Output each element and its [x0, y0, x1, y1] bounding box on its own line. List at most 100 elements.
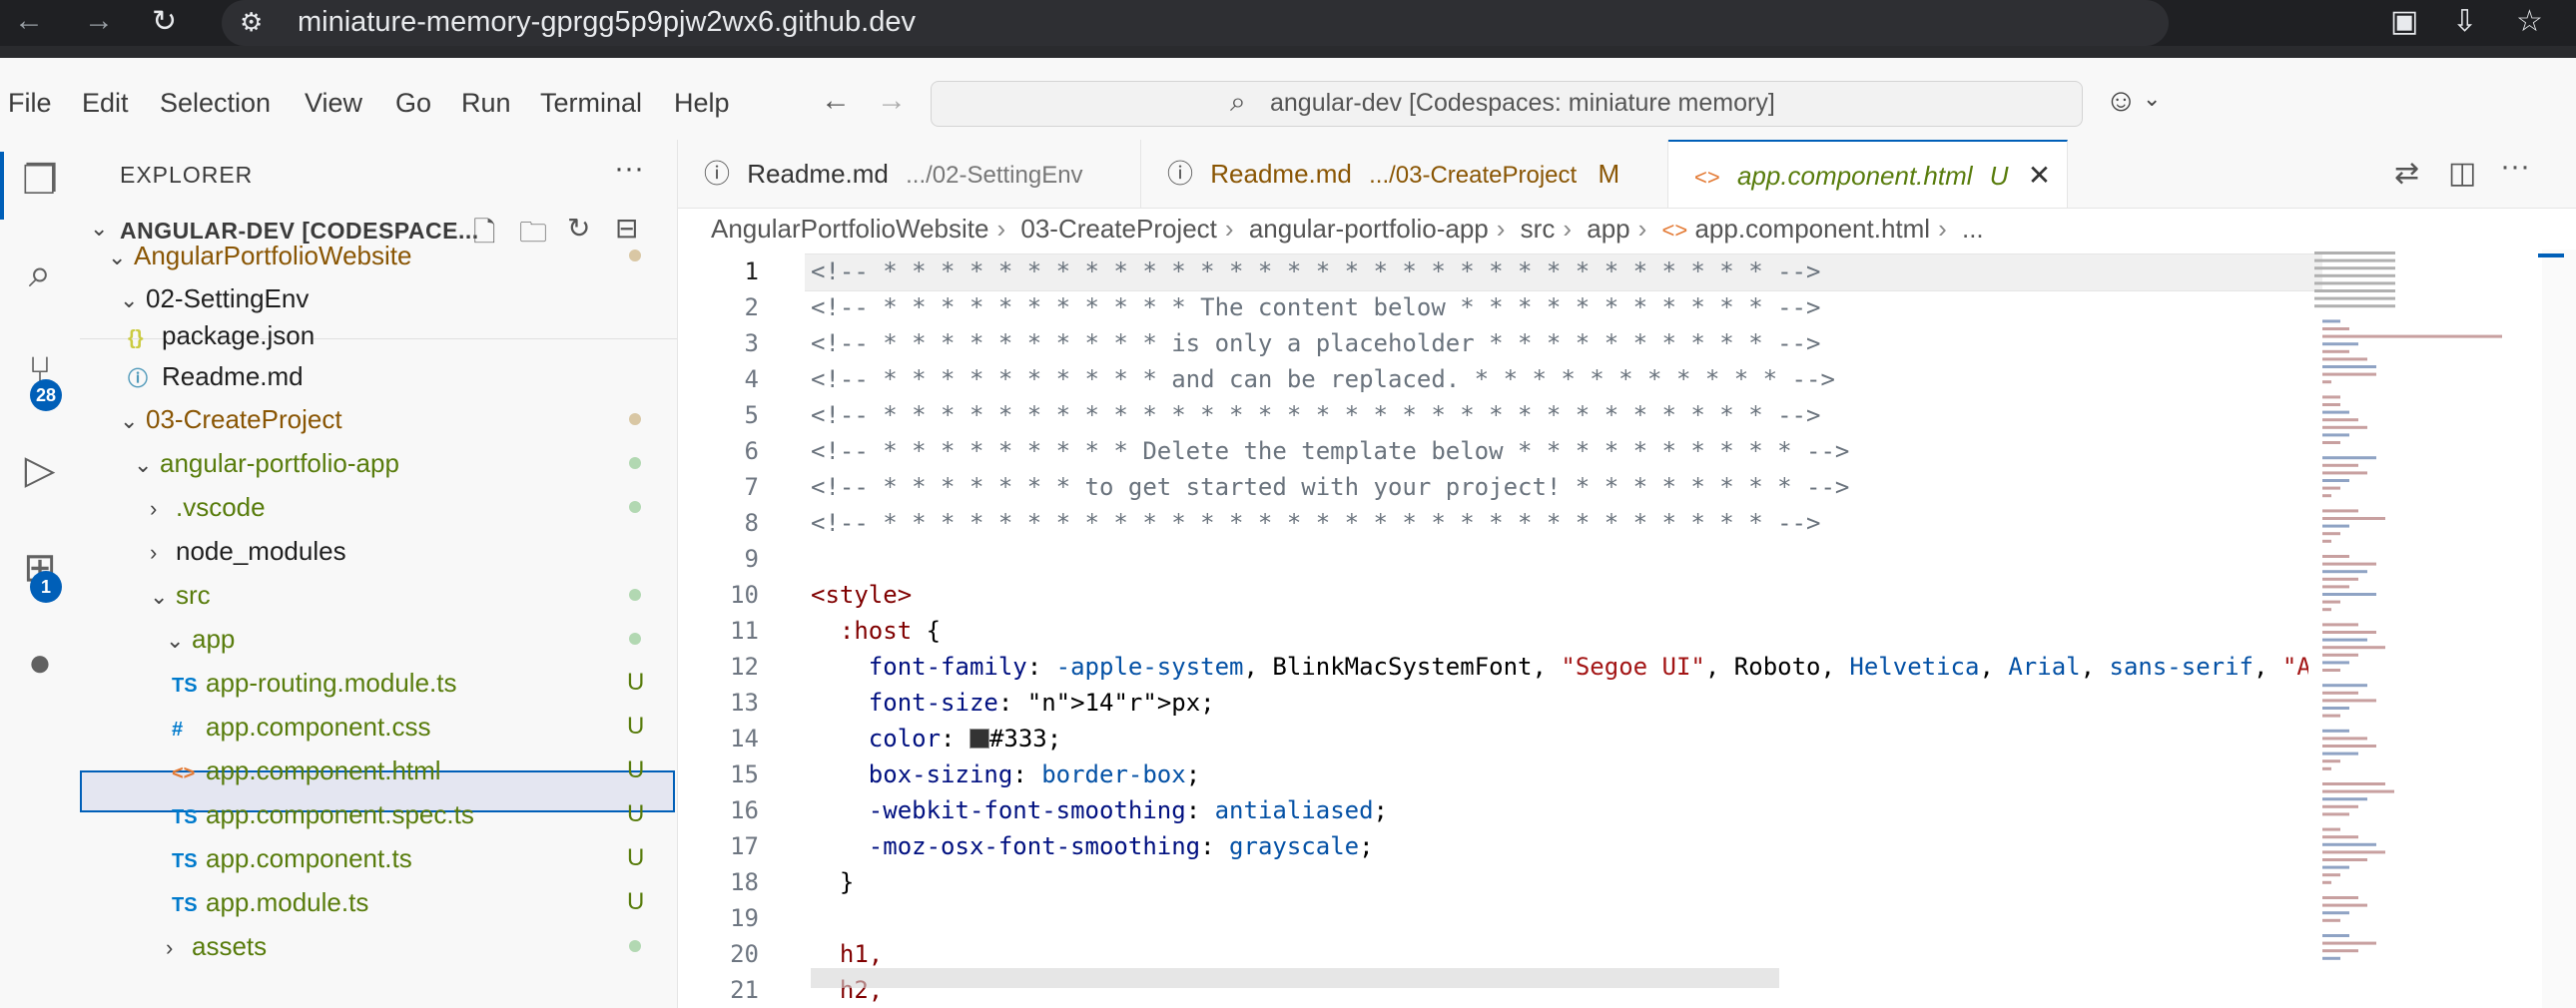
explorer-files-icon[interactable]: ❐ [0, 158, 80, 204]
menu-view[interactable]: View [305, 88, 362, 119]
sidebar-icon[interactable]: ▣ [2390, 4, 2418, 39]
code-line[interactable]: :host { [811, 617, 941, 645]
github-icon[interactable]: ● [0, 641, 80, 686]
nav-forward-icon[interactable]: → [877, 84, 907, 118]
minimap[interactable] [2314, 250, 2534, 1008]
back-icon[interactable]: ← [14, 4, 44, 38]
install-app-icon[interactable]: ⇩ [2452, 4, 2477, 39]
open-changes-icon[interactable]: ⇄ [2394, 156, 2419, 191]
code-line[interactable]: <!-- * * * * * * * * * * * * * * * * * *… [811, 257, 1820, 285]
tab-app-component-html[interactable]: <> app.component.html U ✕ [1668, 140, 2068, 208]
chevron-down-icon[interactable]: ⌄ [150, 576, 176, 618]
menu-terminal[interactable]: Terminal [540, 88, 642, 119]
tree-item[interactable]: TS app.module.ts [172, 881, 368, 923]
code-line[interactable]: font-family: -apple-system, BlinkMacSyst… [811, 653, 2308, 681]
code-line[interactable]: font-size: "n">14"r">px; [811, 689, 1215, 717]
menu-run[interactable]: Run [461, 88, 511, 119]
tab-name: Readme.md [1210, 159, 1352, 189]
code-line[interactable]: <!-- * * * * * * * * * * * * * * * * * *… [811, 509, 1820, 537]
explorer-more-icon[interactable]: ··· [614, 152, 644, 186]
minimap-line [2322, 729, 2349, 733]
chevron-right-icon[interactable]: › [166, 927, 192, 969]
chevron-down-icon[interactable]: ⌄ [166, 620, 192, 662]
line-number: 20 [730, 940, 759, 968]
code-line[interactable]: -moz-osx-font-smoothing: grayscale; [811, 832, 1374, 860]
tree-item[interactable]: ⌄ src [150, 574, 211, 616]
menu-file[interactable]: File [8, 88, 52, 119]
run-debug-icon[interactable]: ▷ [0, 447, 80, 493]
tree-item[interactable]: ⌄ app [166, 618, 235, 660]
code-line[interactable]: <style> [811, 581, 912, 609]
menu-go[interactable]: Go [395, 88, 431, 119]
code-editor[interactable] [678, 250, 2576, 1008]
tree-item[interactable]: › node_modules [150, 530, 346, 572]
breadcrumb-item[interactable]: app [1587, 214, 1629, 244]
url-text[interactable]: miniature-memory-gprgg5p9pjw2wx6.github.… [298, 6, 916, 39]
code-line[interactable]: h1, [811, 940, 883, 968]
line-number: 15 [730, 760, 759, 788]
command-center-text[interactable]: angular-dev [Codespaces: miniature memor… [1270, 89, 1775, 118]
chevron-down-icon[interactable]: ⌄ [134, 444, 160, 486]
code-line[interactable]: <!-- * * * * * * * * * * and can be repl… [811, 365, 1835, 393]
menu-selection[interactable]: Selection [160, 88, 271, 119]
chevron-down-icon[interactable]: ⌄ [120, 400, 146, 442]
menu-edit[interactable]: Edit [82, 88, 129, 119]
horizontal-scrollbar[interactable] [811, 968, 1779, 988]
bookmark-star-icon[interactable]: ☆ [2516, 4, 2543, 39]
code-line[interactable]: } [811, 868, 854, 896]
close-tab-icon[interactable]: ✕ [2028, 160, 2051, 191]
breadcrumb-item[interactable]: src [1521, 214, 1556, 244]
code-line[interactable]: <!-- * * * * * * * * * Delete the templa… [811, 437, 1849, 465]
code-line[interactable]: <!-- * * * * * * * * * * is only a place… [811, 329, 1820, 357]
split-editor-icon[interactable]: ◫ [2448, 156, 2476, 191]
new-file-icon[interactable]: 🗋 [473, 212, 496, 259]
minimap-line [2322, 608, 2331, 612]
nav-back-icon[interactable]: ← [821, 84, 851, 118]
minimap-line [2322, 804, 2358, 808]
new-folder-icon[interactable]: 🗀 [519, 212, 547, 259]
tree-item[interactable]: # app.component.css [172, 706, 430, 748]
chevron-right-icon[interactable]: › [150, 532, 176, 574]
tree-item[interactable]: ⌄ 03-CreateProject [120, 398, 342, 440]
search-view-icon[interactable]: ⌕ [0, 252, 80, 296]
tree-item[interactable]: TS app-routing.module.ts [172, 662, 456, 704]
copilot-chevron-down-icon[interactable]: ⌄ [2143, 86, 2161, 112]
reload-icon[interactable]: ↻ [152, 4, 177, 39]
code-line[interactable]: <!-- * * * * * * * * * * * * * * * * * *… [811, 401, 1820, 429]
tab-readme-settingenv[interactable]: ⓘ Readme.md .../02-SettingEnv [678, 140, 1141, 208]
code-line[interactable]: box-sizing: border-box; [811, 760, 1200, 788]
tree-item[interactable]: ⌄ 02-SettingEnv [120, 277, 309, 319]
tree-item[interactable]: ⓘ Readme.md [128, 355, 304, 397]
code-line[interactable]: -webkit-font-smoothing: antialiased; [811, 796, 1388, 824]
code-line[interactable]: <!-- * * * * * * * to get started with y… [811, 473, 1849, 501]
site-settings-icon[interactable]: ⚙ [240, 7, 263, 38]
code-line[interactable]: color: #333; [811, 725, 1061, 753]
tree-item[interactable]: TS app.component.ts [172, 837, 412, 879]
collapse-all-icon[interactable]: ⊟ [615, 212, 638, 245]
code-line[interactable]: <!-- * * * * * * * * * * * The content b… [811, 293, 1820, 321]
minimap-line [2314, 258, 2395, 262]
chevron-right-icon[interactable]: › [150, 488, 176, 530]
tree-item[interactable]: {} package.json [128, 314, 315, 356]
breadcrumb-item[interactable]: app.component.html [1694, 214, 1930, 244]
forward-icon[interactable]: → [84, 4, 114, 38]
tree-item[interactable]: › assets [166, 925, 267, 967]
minimap-line [2314, 304, 2395, 308]
breadcrumb-item[interactable]: angular-portfolio-app [1249, 214, 1489, 244]
vertical-scrollbar[interactable] [2542, 250, 2576, 1008]
tree-item[interactable]: › .vscode [150, 486, 266, 528]
breadcrumb-item[interactable]: ... [1962, 214, 1984, 244]
tree-item[interactable]: <> app.component.html [172, 750, 441, 791]
refresh-explorer-icon[interactable]: ↻ [567, 212, 590, 245]
breadcrumb-item[interactable]: AngularPortfolioWebsite [711, 214, 988, 244]
tree-item[interactable]: ⌄ AngularPortfolioWebsite [108, 235, 411, 276]
editor-more-icon[interactable]: ··· [2500, 150, 2530, 184]
copilot-icon[interactable]: ☺ [2105, 82, 2138, 119]
tree-item[interactable]: TS app.component.spec.ts [172, 793, 474, 835]
tree-item[interactable]: ⌄ angular-portfolio-app [134, 442, 399, 484]
project-chevron-down-icon[interactable]: ⌄ [90, 216, 108, 242]
tab-readme-createproject[interactable]: ⓘ Readme.md .../03-CreateProject M [1141, 140, 1668, 208]
menu-help[interactable]: Help [674, 88, 730, 119]
chevron-down-icon[interactable]: ⌄ [108, 237, 134, 278]
breadcrumb-item[interactable]: 03-CreateProject [1020, 214, 1217, 244]
